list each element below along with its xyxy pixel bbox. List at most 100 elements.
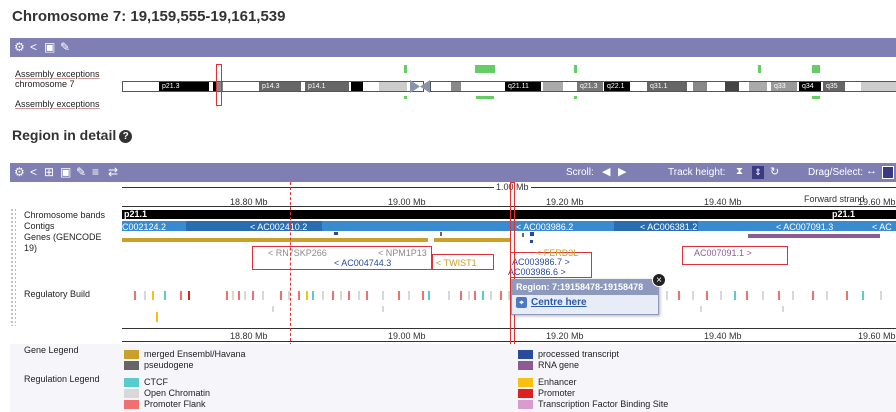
drag-handle[interactable]: [10, 208, 16, 326]
region-boundary-marker: [290, 182, 291, 346]
gear-icon[interactable]: ⚙: [14, 165, 25, 180]
assembly-exceptions-label[interactable]: Assembly exceptions: [15, 69, 100, 79]
band: p14.3: [259, 82, 301, 91]
highlight-icon[interactable]: ✎: [60, 40, 70, 55]
legend-label: Open Chromatin: [144, 388, 211, 398]
collapse-height-icon[interactable]: ⧗: [736, 166, 743, 177]
gene-label[interactable]: AC007091.1 >: [694, 248, 752, 258]
gene-feature[interactable]: [748, 234, 880, 238]
share-icon[interactable]: <: [30, 165, 37, 180]
assembly-exception-mark[interactable]: [574, 96, 577, 99]
strand-label: Forward strand: [804, 194, 865, 204]
band: [693, 82, 707, 91]
gene-feature[interactable]: [522, 233, 524, 237]
contig-label: < AC: [872, 222, 892, 232]
gene-label[interactable]: AC003986.7 >: [512, 257, 570, 267]
gene-feature[interactable]: [334, 232, 338, 235]
band: q35: [823, 82, 845, 91]
legend-swatch: [518, 350, 533, 359]
legend-label: CTCF: [144, 377, 168, 387]
highlight-icon[interactable]: ✎: [76, 165, 86, 180]
legend-label: pseudogene: [144, 360, 194, 370]
legend-label: RNA gene: [538, 360, 580, 370]
image-export-icon[interactable]: ▣: [44, 40, 55, 55]
scroll-right-icon[interactable]: ▶: [618, 165, 626, 178]
gene-feature[interactable]: [122, 238, 428, 242]
track-label-regulatory-build: Regulatory Build: [24, 289, 91, 299]
legend-label: merged Ensembl/Havana: [144, 349, 246, 359]
assembly-exception-mark[interactable]: [574, 65, 577, 73]
reset-tracks-icon[interactable]: ≡: [92, 165, 99, 180]
gene-feature[interactable]: [434, 238, 510, 242]
gene-label[interactable]: AC003986.6 >: [508, 267, 566, 277]
select-mode-icon[interactable]: [882, 166, 894, 179]
swap-icon[interactable]: ⇄: [108, 165, 118, 180]
gear-icon[interactable]: ⚙: [14, 40, 25, 55]
drag-mode-icon[interactable]: ↔: [866, 165, 877, 177]
expand-height-icon[interactable]: ⇕: [752, 166, 764, 179]
band: [451, 82, 461, 91]
assembly-exception-mark[interactable]: [812, 65, 820, 73]
legend-label: Promoter Flank: [144, 399, 206, 409]
ruler-tick-label: 18.80 Mb: [230, 331, 268, 341]
gene-feature[interactable]: [530, 232, 534, 236]
ruler-tick-label: 19.00 Mb: [388, 331, 426, 341]
overview-toolbar: ⚙ < ▣ ✎: [10, 38, 896, 57]
contig-label: < AC006381.2: [640, 222, 698, 232]
legend-swatch: [124, 378, 139, 387]
gene-label[interactable]: < RN7SKP266: [268, 248, 327, 258]
scroll-left-icon[interactable]: ◀: [602, 165, 610, 178]
ruler-tick-label: 19.40 Mb: [704, 197, 742, 207]
region-popup: Region: 7:19158478-19158478 ⌖ Centre here: [511, 279, 659, 315]
ruler-tick-label: 19.40 Mb: [704, 331, 742, 341]
assembly-exception-mark[interactable]: [758, 65, 761, 73]
chromosome-ideogram-p-arm[interactable]: p21.3 p14.3 p14.1: [122, 81, 424, 92]
regulatory-build-track[interactable]: [122, 288, 896, 324]
assembly-exception-mark[interactable]: [404, 65, 407, 73]
gene-label[interactable]: < TWIST1: [436, 258, 477, 268]
centromere: [410, 80, 430, 93]
popup-header: Region: 7:19158478-19158478: [512, 280, 658, 295]
band: [351, 82, 363, 91]
help-icon[interactable]: ?: [119, 130, 133, 143]
band: [861, 82, 896, 91]
legend-swatch: [124, 361, 139, 370]
current-region-marker[interactable]: [216, 64, 222, 106]
legend-swatch: [124, 400, 139, 409]
centre-here-link[interactable]: ⌖ Centre here: [516, 297, 587, 308]
gene-feature[interactable]: [530, 240, 533, 243]
close-icon[interactable]: ×: [652, 273, 666, 287]
assembly-exception-mark[interactable]: [476, 96, 494, 99]
location-pin-icon: ⌖: [516, 297, 527, 308]
ruler-tick-label: 19.60 Mb: [858, 331, 896, 341]
band: q34: [799, 82, 821, 91]
share-icon[interactable]: <: [30, 40, 37, 55]
assembly-exception-mark[interactable]: [812, 96, 820, 99]
assembly-exception-mark[interactable]: [475, 65, 495, 73]
band: q31.1: [647, 82, 687, 91]
resize-icon[interactable]: ⊞: [44, 165, 54, 180]
band: [725, 82, 739, 91]
ruler: [122, 341, 896, 342]
chromosome-ideogram-q-arm[interactable]: q21.11 q21.3 q22.1 q31.1 q33 q34 q35: [430, 81, 896, 92]
page-title: Chromosome 7: 19,159,555-19,161,539: [12, 8, 286, 25]
gene-feature[interactable]: [440, 232, 442, 236]
chromosome-band-track[interactable]: [122, 210, 896, 219]
assembly-exception-mark[interactable]: [404, 96, 407, 99]
current-position-marker[interactable]: [510, 182, 515, 346]
track-label-genes: Genes (GENCODE 19): [24, 232, 102, 253]
legend-swatch: [518, 361, 533, 370]
assembly-exceptions-label[interactable]: Assembly exceptions: [15, 99, 100, 109]
refresh-icon[interactable]: ↻: [770, 165, 779, 178]
ruler-tick-label: 19.60 Mb: [858, 197, 896, 207]
gene-label[interactable]: < NPM1P13: [378, 248, 427, 258]
drag-select-label: Drag/Select:: [808, 167, 864, 178]
image-export-icon[interactable]: ▣: [60, 165, 71, 180]
band: [379, 82, 407, 91]
gene-label[interactable]: < AC004744.3: [334, 258, 391, 268]
legend-area: [10, 344, 896, 412]
legend-swatch: [518, 389, 533, 398]
gene-legend-title: Gene Legend: [24, 345, 79, 355]
ruler: [122, 328, 896, 329]
contig-label: < AC003986.2: [516, 222, 574, 232]
